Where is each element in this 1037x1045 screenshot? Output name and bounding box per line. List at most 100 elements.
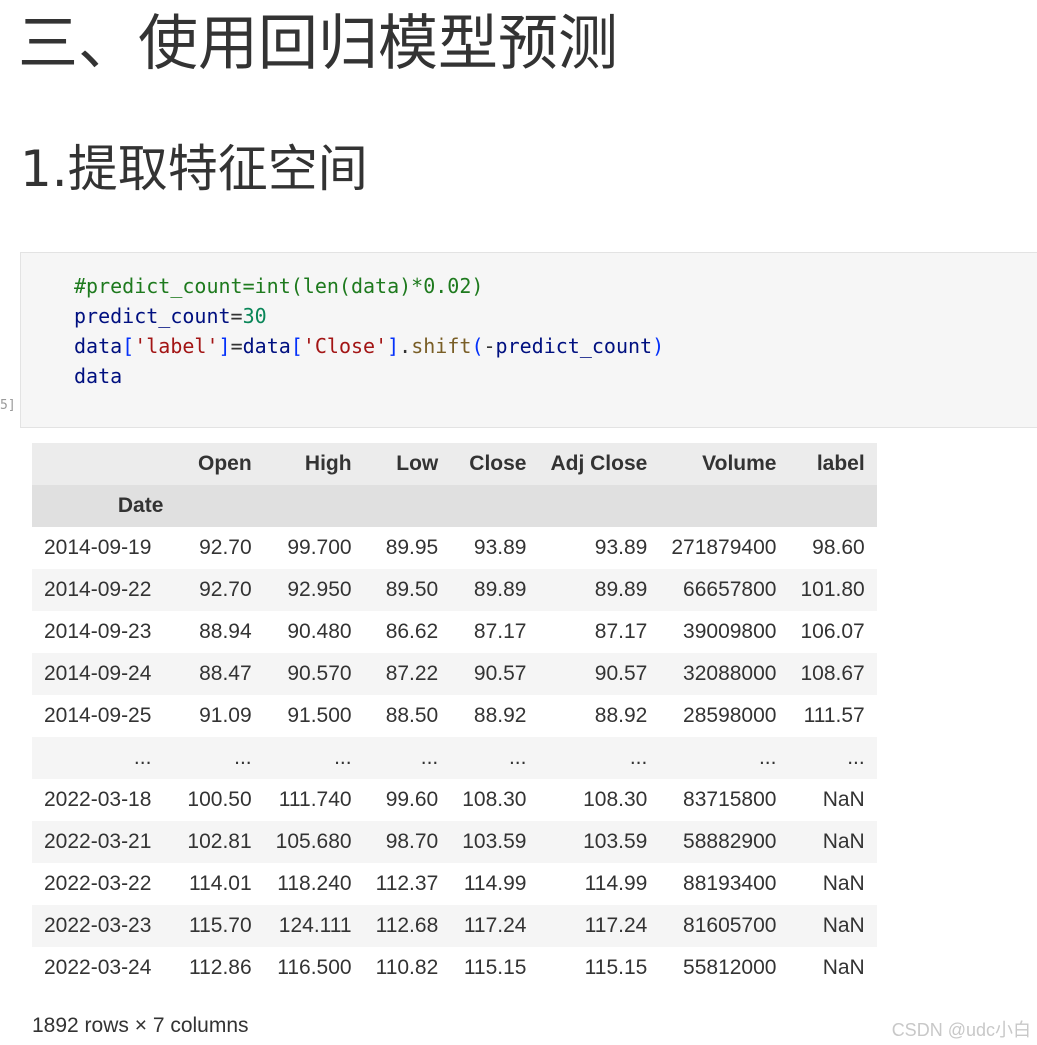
code-token: predict_count (495, 334, 653, 358)
table-row: 2014-09-24 88.47 90.570 87.22 90.57 90.57 3208… (32, 653, 877, 695)
table-cell: 108.30 (583, 788, 648, 811)
table-row: 2014-09-23 88.94 90.480 86.62 87.17 87.17 3900… (32, 611, 877, 653)
table-cell: 28598000 (683, 704, 777, 727)
code-editor[interactable]: #predict_count=int(len(data)*0.02) predic… (74, 271, 664, 391)
code-token: = (230, 304, 243, 328)
code-token: ( (471, 334, 484, 358)
column-header: Volume (659, 443, 789, 485)
code-token: . (399, 334, 412, 358)
table-cell: 98.60 (812, 536, 865, 559)
row-index-cell: 2022-03-24 (44, 956, 152, 979)
dataframe-shape-note: 1892 rows × 7 columns (32, 1014, 249, 1037)
table-cell: 55812000 (683, 956, 777, 979)
row-index-cell: 2022-03-22 (44, 872, 152, 895)
table-cell: 112.37 (375, 872, 439, 895)
row-index-cell: 2014-09-23 (44, 620, 152, 643)
table-cell: 90.57 (473, 662, 527, 685)
table-cell: 92.950 (287, 578, 352, 601)
code-line: predict_count=30 (74, 301, 664, 331)
table-cell: NaN (822, 872, 865, 895)
table-cell: 93.89 (473, 536, 527, 559)
table-cell: 114.01 (188, 872, 252, 895)
corner-header (32, 443, 176, 485)
table-cell: 111.57 (803, 704, 865, 727)
code-token: data (242, 334, 291, 358)
code-token: shift (411, 334, 472, 358)
table-cell: 103.59 (462, 830, 527, 853)
table-row: 2014-09-22 92.70 92.950 89.50 89.89 89.89 6665… (32, 569, 877, 611)
table-cell: 90.480 (287, 620, 352, 643)
code-token: [ (122, 334, 135, 358)
table-cell: ... (847, 746, 865, 769)
table-cell: 90.570 (287, 662, 352, 685)
table-cell: 88193400 (683, 872, 777, 895)
table-row: ........................ (32, 737, 877, 779)
table-cell: 81605700 (683, 914, 777, 937)
table-cell: ... (629, 746, 648, 769)
code-line: data['label']=data['Close'].shift(-predi… (74, 331, 664, 361)
row-index-cell: 2014-09-22 (44, 578, 152, 601)
table-cell: NaN (822, 956, 865, 979)
table-cell: ... (508, 746, 527, 769)
table-cell: 88.50 (385, 704, 439, 727)
table-cell: 87.17 (473, 620, 527, 643)
table-cell: 116.500 (277, 956, 352, 979)
code-token: predict_count (74, 304, 231, 328)
table-cell: 89.50 (385, 578, 439, 601)
code-cell[interactable]: #predict_count=int(len(data)*0.02) predic… (20, 252, 1037, 428)
table-row: 2014-09-25 91.09 91.500 88.50 88.92 88.92 2859… (32, 695, 877, 737)
row-index-cell: 2014-09-19 (44, 536, 152, 559)
table-row: 2022-03-22 114.01 118.240 112.37 114.99 114.9… (32, 863, 877, 905)
table-cell: 112.86 (188, 956, 252, 979)
notebook-page: 三、使用回归模型预测 1.提取特征空间 5] #predict_count=in… (0, 0, 1037, 1045)
table-cell: 89.89 (473, 578, 527, 601)
table-row: 2022-03-21 102.81 105.680 98.70 103.59 103.59… (32, 821, 877, 863)
column-header: High (263, 443, 364, 485)
column-header: Close (450, 443, 539, 485)
index-header-spacer (788, 485, 877, 527)
table-cell: 115.15 (584, 956, 648, 979)
table-cell: 32088000 (683, 662, 777, 685)
table-cell: 89.95 (385, 536, 439, 559)
index-header-spacer (175, 485, 264, 527)
table-cell: 103.59 (583, 830, 648, 853)
section-heading: 三、使用回归模型预测 (18, 9, 618, 79)
column-header-row: Open High Low Close Adj Close Volume label (32, 443, 877, 485)
subsection-heading: 1.提取特征空间 (20, 140, 368, 198)
table-cell: 115.15 (463, 956, 527, 979)
table-cell: 39009800 (683, 620, 777, 643)
code-token: ] (387, 334, 400, 358)
table-cell: 124.111 (278, 914, 352, 937)
table-cell: 91.500 (287, 704, 352, 727)
table-row: 2022-03-23 115.70 124.111 112.68 117.24 117.2… (32, 905, 877, 947)
table-cell: 108.30 (462, 788, 527, 811)
table-cell: 110.82 (375, 956, 439, 979)
row-index-cell: 2022-03-18 (44, 788, 152, 811)
table-cell: NaN (822, 830, 865, 853)
table-cell: 92.70 (199, 578, 252, 601)
code-token: 'label' (134, 334, 219, 358)
code-token: 30 (242, 304, 267, 328)
code-token: ] (218, 334, 231, 358)
table-cell: 271879400 (671, 536, 777, 559)
column-header: Adj Close (538, 443, 660, 485)
row-index-cell: 2014-09-25 (44, 704, 152, 727)
watermark: CSDN @udc小白 (891, 1020, 1031, 1040)
table-cell: 88.47 (199, 662, 252, 685)
table-row: 2022-03-24 112.86 116.500 110.82 115.15 115.1… (32, 947, 877, 989)
table-row: 2022-03-18 100.50 111.740 99.60 108.30 108.30… (32, 779, 877, 821)
code-token: ) (652, 334, 665, 358)
table-cell: 88.94 (199, 620, 252, 643)
table-cell: 58882900 (683, 830, 777, 853)
table-cell: 101.80 (800, 578, 865, 601)
code-token: [ (290, 334, 303, 358)
table-cell: ... (234, 746, 252, 769)
column-header: label (788, 443, 877, 485)
column-header: Open (175, 443, 264, 485)
table-cell: 89.89 (594, 578, 648, 601)
table-cell: 83715800 (683, 788, 777, 811)
table-cell: 66657800 (683, 578, 777, 601)
index-name-header: Date (32, 485, 176, 527)
table-cell: 92.70 (199, 536, 252, 559)
row-index-cell: ... (133, 746, 152, 769)
